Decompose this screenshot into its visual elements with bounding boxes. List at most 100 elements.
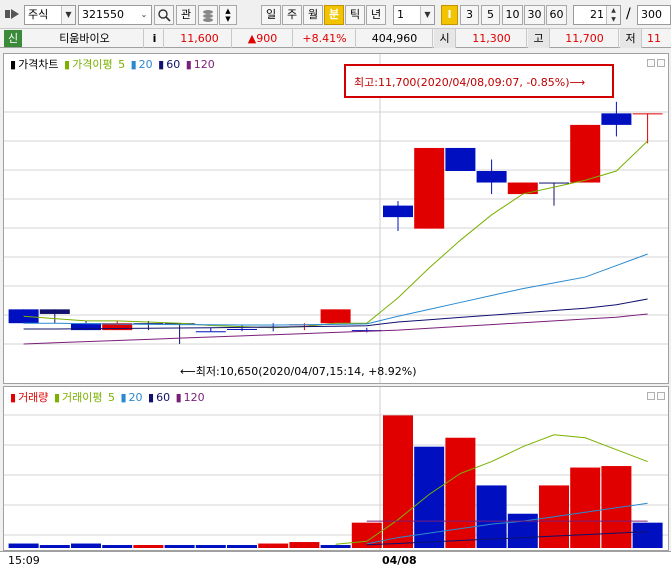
legend-marker: ▮ [130,58,137,71]
volume-chart-panel[interactable]: ▮ 거래량 ▮ 거래이평 5 ▮ 20 ▮ 60 ▮ 120 [3,386,669,551]
volume-bar [164,545,195,548]
period-button-week[interactable]: 주 [282,5,302,25]
volume-chart-title-marker: ▮ [10,391,17,404]
volume-bar [383,415,413,548]
legend-ma5: 5 [118,58,126,71]
stepper-down-icon[interactable]: ▼ [225,15,230,23]
current-price: 11,600 [168,29,232,48]
x-axis-date-label: 04/08 [382,554,417,567]
candle-body [8,309,39,324]
legend-vol-ma120: 120 [183,391,205,404]
price-chart-panel[interactable]: ▮ 가격차트 ▮ 가격이평 5 ▮ 20 ▮ 60 ▮ 120 최고:11,700(202… [3,53,669,384]
chevron-down-icon[interactable]: ▼ [61,6,75,24]
candle-body [445,147,476,172]
legend-vol-ma20: 20 [128,391,143,404]
link-arrow-icon[interactable] [4,6,22,22]
legend-ma120: 120 [193,58,215,71]
candle-body [227,328,257,330]
legend-vol-ma5: 5 [107,391,115,404]
legend-ma20: 20 [138,58,153,71]
search-button[interactable] [154,5,174,25]
legend-marker: ▮ [53,391,60,404]
volume-panel-controls [645,390,665,403]
stock-code-input[interactable]: 321550 ⌄ [78,5,152,25]
period-button-month[interactable]: 월 [303,5,323,25]
total-count-value: 300 [641,8,662,21]
candle-body [539,182,569,184]
legend-ma60: 60 [166,58,181,71]
minute-button-10[interactable]: 10 [502,5,523,25]
low-price: 11 [647,32,661,45]
candle-body [414,147,445,229]
chevron-down-icon[interactable]: ▼ [420,6,434,24]
market-select[interactable]: 주식 ▼ [24,5,76,25]
volume-bar [102,545,133,548]
credit-badge: 신 [4,30,22,47]
volume-bar [601,466,632,548]
open-label: 시 [434,29,456,48]
candle-body [383,205,413,218]
watchlist-button[interactable]: 관 [176,5,196,25]
legend-marker: ▮ [158,58,165,71]
stock-stepper[interactable]: ▲ ▼ [219,5,237,25]
minute-button-30[interactable]: 30 [524,5,545,25]
volume-bar [570,467,601,548]
open-price: 11,300 [457,29,527,48]
price-change-percent: +8.41% [294,29,356,48]
candle-body [476,171,507,183]
period-button-year[interactable]: 년 [366,5,386,25]
search-icon [158,9,171,22]
volume-bar [632,522,663,548]
price-chart-title-marker: ▮ [10,58,17,71]
maximize-icon[interactable] [657,59,665,67]
volume-bar [289,542,320,548]
interval-select[interactable]: 1 ▼ [393,5,435,25]
candle-body [507,182,538,195]
legend-vol-ma60: 60 [156,391,171,404]
volume-bar [227,545,257,548]
price-chart-legend: ▮ 가격차트 ▮ 가격이평 5 ▮ 20 ▮ 60 ▮ 120 [10,56,217,72]
volume-bar [320,545,351,548]
price-chart-svg [4,54,668,383]
legend-marker: ▮ [120,391,127,404]
recent-list-button[interactable] [198,5,218,25]
volume-bar [195,545,226,548]
count-spinner[interactable]: 21 ▲ ▼ [573,5,621,25]
high-label: 고 [528,29,550,48]
volume-bar [71,543,101,548]
count-value: 21 [590,8,604,21]
candle-body [601,113,632,125]
volume-bar [258,543,289,548]
period-button-tick[interactable]: 틱 [345,5,365,25]
quote-bar: 신 티움바이오 i 11,600 ▲900 +8.41% 404,960 시 1… [0,28,671,48]
count-separator: / [626,6,631,22]
minute-button-5[interactable]: 5 [481,5,500,25]
trade-volume: 404,960 [357,29,433,48]
spinner-arrows-icon[interactable]: ▲ ▼ [606,6,620,24]
interval-value: 1 [397,8,404,21]
minimize-icon[interactable] [647,392,655,400]
x-axis: 15:09 04/08 [0,551,671,570]
high-price: 11,700 [551,29,619,48]
volume-chart-title: 거래량 [18,391,49,404]
high-annotation-text: 최고:11,700(2020/04/08,09:07, -0.85%)⟶ [354,76,586,89]
period-button-day[interactable]: 일 [261,5,281,25]
minimize-icon[interactable] [647,59,655,67]
maximize-icon[interactable] [657,392,665,400]
credit-badge-label: 신 [7,32,19,45]
stepper-up-icon[interactable]: ▲ [225,7,230,15]
minute-button-1[interactable]: I [441,5,458,25]
candle-body [195,331,226,333]
volume-chart-svg [4,387,668,550]
stock-name: 티움바이오 [26,29,144,48]
stack-icon [203,10,213,22]
total-count-input[interactable]: 300 [637,5,671,25]
info-button[interactable]: i [146,29,164,48]
candle-body [39,309,70,314]
chevron-down-icon[interactable]: ⌄ [137,6,151,24]
minute-button-3[interactable]: 3 [460,5,479,25]
minute-button-60[interactable]: 60 [546,5,567,25]
legend-marker: ▮ [175,391,182,404]
period-button-minute[interactable]: 분 [324,5,344,25]
low-annotation-text: ⟵최저:10,650(2020/04/07,15:14, +8.92%) [180,365,417,378]
